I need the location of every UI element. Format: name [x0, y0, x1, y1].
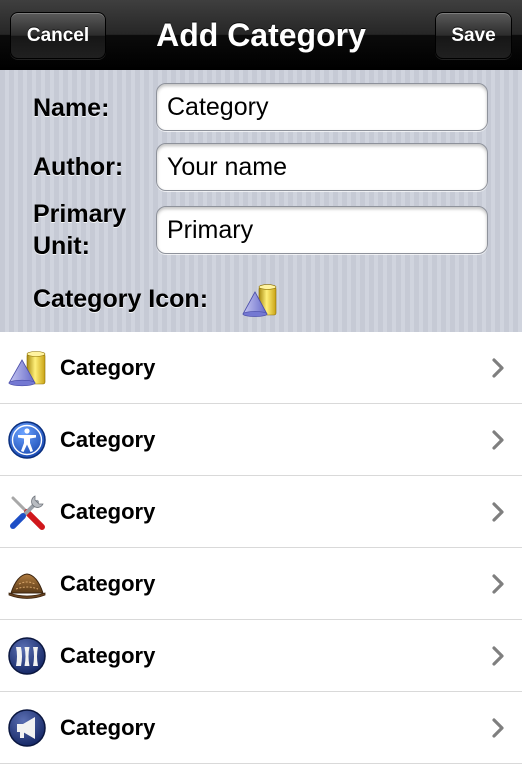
detective-hat-icon: [8, 573, 46, 599]
primary-unit-field[interactable]: [156, 206, 488, 254]
save-button[interactable]: Save: [435, 12, 512, 59]
chevron-right-icon: [492, 430, 504, 450]
list-item-label: Category: [60, 715, 156, 740]
primary-unit-label-line1: Primary: [33, 200, 127, 228]
category-list: Category Category Category Category Cate…: [0, 332, 522, 764]
list-item-label: Category: [60, 499, 156, 524]
primary-unit-label: Primary Unit:: [33, 198, 148, 262]
list-item[interactable]: Category: [0, 404, 522, 476]
list-item[interactable]: Category: [0, 476, 522, 548]
shapes-icon[interactable]: [241, 282, 281, 318]
category-icon-label: Category Icon:: [33, 285, 209, 313]
author-field[interactable]: [156, 143, 488, 191]
list-item-label: Category: [60, 571, 156, 596]
list-item[interactable]: Category: [0, 692, 522, 764]
list-item-label: Category: [60, 355, 156, 380]
chevron-right-icon: [492, 358, 504, 378]
chevron-right-icon: [492, 718, 504, 738]
tools-icon: [10, 495, 45, 530]
columns-icon: [8, 637, 46, 675]
name-label: Name:: [33, 94, 110, 122]
navigation-bar: Cancel Add Category Save: [0, 0, 522, 70]
cancel-button[interactable]: Cancel: [10, 12, 106, 59]
primary-unit-label-line2: Unit:: [33, 232, 90, 260]
chevron-right-icon: [492, 646, 504, 666]
list-item-label: Category: [60, 427, 156, 452]
megaphone-icon: [8, 709, 46, 747]
chevron-right-icon: [492, 574, 504, 594]
page-title: Add Category: [156, 16, 366, 53]
list-item-label: Category: [60, 643, 156, 668]
name-field[interactable]: [156, 83, 488, 131]
accessibility-icon: [8, 421, 46, 459]
category-form: Name: Author: Primary Unit: Category Ico…: [0, 70, 522, 332]
shapes-icon: [8, 351, 46, 387]
list-item[interactable]: Category: [0, 332, 522, 404]
author-label: Author:: [33, 153, 124, 181]
chevron-right-icon: [492, 502, 504, 522]
list-item[interactable]: Category: [0, 620, 522, 692]
list-item[interactable]: Category: [0, 548, 522, 620]
